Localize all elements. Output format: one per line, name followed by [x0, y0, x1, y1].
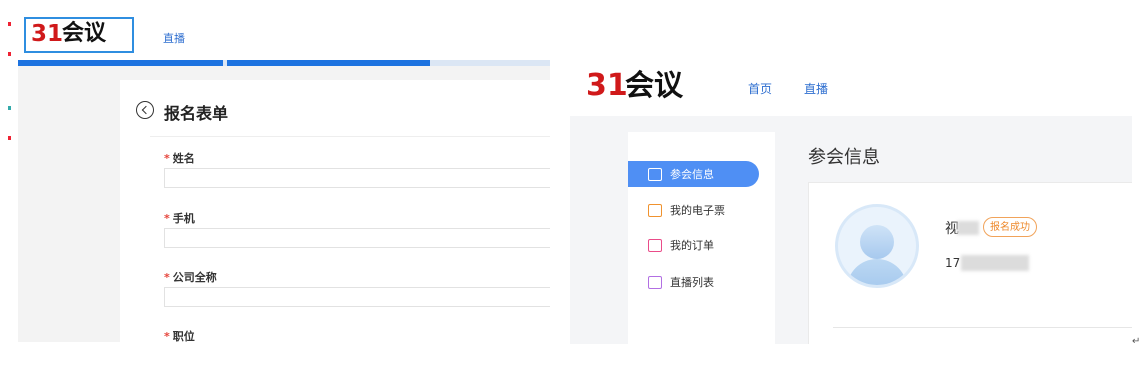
form-title: 报名表单: [164, 104, 229, 123]
avatar-body: [847, 259, 907, 285]
site-logo[interactable]: 31 会议: [24, 17, 134, 53]
name-redaction: [957, 221, 979, 235]
phone-input[interactable]: [164, 228, 550, 248]
edge-mark: [8, 106, 11, 110]
order-icon: [648, 238, 662, 252]
required-mark: *: [164, 152, 170, 165]
field-label-name: * 姓名: [164, 152, 195, 165]
card-divider: [833, 327, 1132, 328]
id-card-icon: [648, 167, 662, 181]
registration-form-screen: 31 会议 直播 报名表单 * 姓名 * 手机 * 公司全称 * 职位: [18, 16, 550, 342]
section-title: 参会信息: [808, 147, 880, 168]
ticket-icon: [648, 203, 662, 217]
company-input[interactable]: [164, 287, 550, 307]
field-label-phone: * 手机: [164, 212, 195, 225]
nav-live-link[interactable]: 直播: [804, 80, 828, 97]
phone-redaction: [961, 255, 1029, 271]
sidebar-item-attendee-info-label[interactable]: 参会信息: [648, 164, 714, 184]
edge-mark: [8, 136, 11, 140]
edge-mark: [8, 22, 11, 26]
attendee-phone: 17: [945, 256, 961, 270]
progress-step-2: [227, 60, 430, 66]
step-progress-bar: [18, 60, 550, 66]
status-badge: 报名成功: [983, 217, 1037, 237]
top-nav-bar: 31 会议 直播: [18, 16, 550, 60]
logo-word[interactable]: 会议: [625, 71, 683, 100]
required-mark: *: [164, 271, 170, 284]
paragraph-mark: ↵: [1132, 336, 1141, 347]
top-nav-bar: 31 会议 首页 直播: [570, 58, 1132, 116]
avatar: [835, 204, 919, 288]
back-arrow-icon[interactable]: [136, 101, 154, 119]
edge-mark: [8, 52, 11, 56]
logo-mark: 31: [31, 21, 64, 47]
avatar-head: [860, 225, 894, 259]
attendee-center-screen: 31 会议 首页 直播 参会信息 我的电子票 我的订单 直播列表 参会信息 视: [570, 58, 1132, 344]
divider: [150, 136, 550, 137]
nav-home-link[interactable]: 首页: [748, 80, 772, 97]
logo-mark[interactable]: 31: [586, 71, 628, 101]
user-sidebar: 参会信息 我的电子票 我的订单 直播列表: [628, 132, 775, 344]
nav-live-link[interactable]: 直播: [163, 30, 185, 46]
sidebar-item-e-ticket[interactable]: 我的电子票: [648, 200, 725, 220]
tv-icon: [648, 275, 662, 289]
logo-word: 会议: [62, 21, 107, 46]
name-input[interactable]: [164, 168, 550, 188]
attendee-info-card: 视 报名成功 17: [808, 182, 1132, 344]
sidebar-item-orders[interactable]: 我的订单: [648, 235, 714, 255]
progress-step-1: [18, 60, 223, 66]
required-mark: *: [164, 330, 170, 342]
field-label-company: * 公司全称: [164, 271, 217, 284]
form-card: 报名表单 * 姓名 * 手机 * 公司全称 * 职位: [120, 80, 550, 342]
sidebar-item-live-list[interactable]: 直播列表: [648, 272, 714, 292]
required-mark: *: [164, 212, 170, 225]
field-label-position: * 职位: [164, 330, 195, 342]
